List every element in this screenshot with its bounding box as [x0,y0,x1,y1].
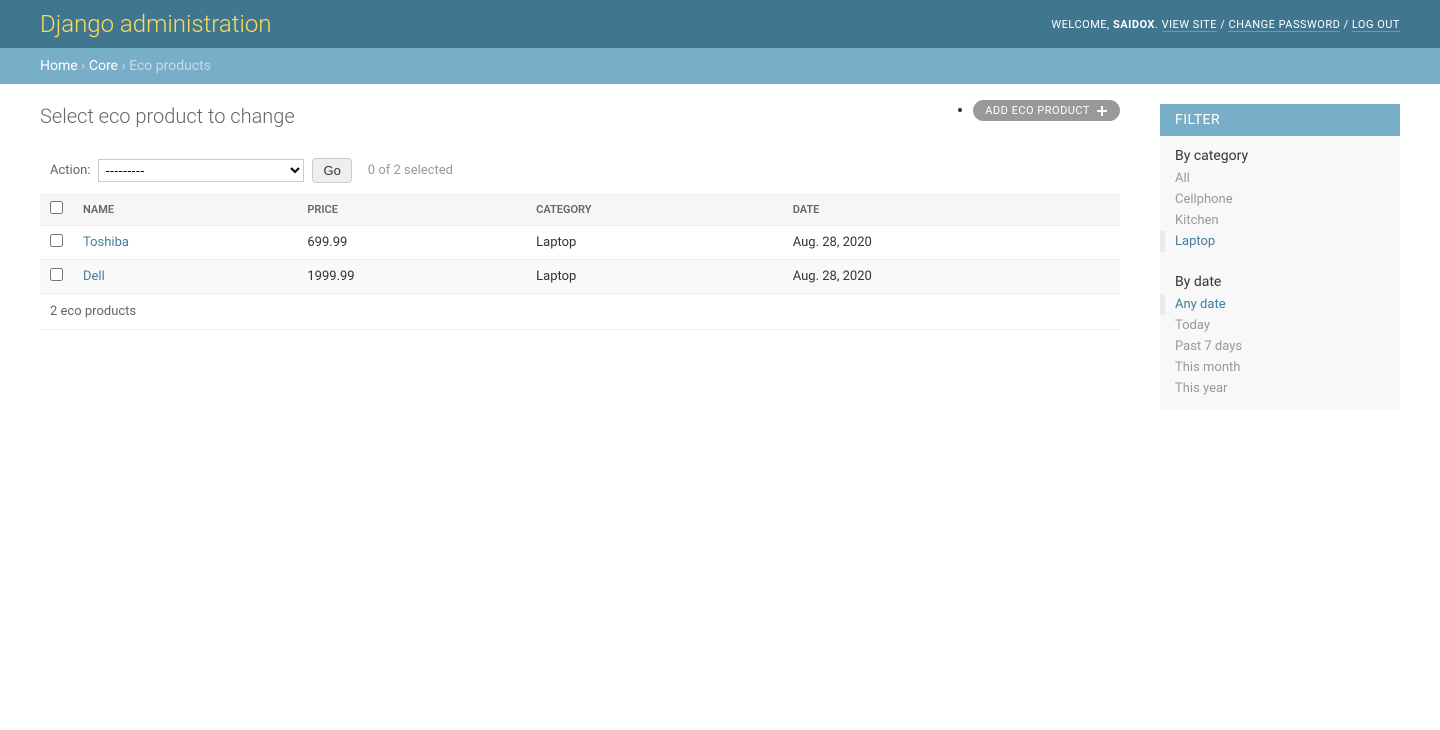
action-label: Action: [50,163,90,178]
filter-link[interactable]: Today [1175,318,1210,333]
row-price: 699.99 [297,226,526,260]
filter-link[interactable]: This year [1175,381,1227,396]
row-checkbox[interactable] [50,234,63,247]
filter-title: FILTER [1160,104,1400,136]
filter-link[interactable]: Past 7 days [1175,339,1242,354]
filter-link[interactable]: Kitchen [1175,213,1219,228]
filter-item-selected: Laptop [1160,231,1385,252]
filter-link[interactable]: Laptop [1175,234,1215,249]
row-name-link[interactable]: Toshiba [83,235,129,250]
result-table: NAME PRICE CATEGORY DATE Toshiba 699.99 … [40,193,1120,294]
row-price: 1999.99 [297,260,526,294]
table-row: Toshiba 699.99 Laptop Aug. 28, 2020 [40,226,1120,260]
filter-item: This month [1175,357,1385,378]
filter-link[interactable]: This month [1175,360,1240,375]
sep: . [1155,18,1162,31]
filter-item-selected: Any date [1160,294,1385,315]
filter-item: Cellphone [1175,189,1385,210]
plus-icon [1096,105,1108,117]
filter-item: Today [1175,315,1385,336]
branding: Django administration [40,10,272,38]
username: SAIDOX [1113,18,1155,31]
row-name-link[interactable]: Dell [83,269,105,284]
col-category[interactable]: CATEGORY [526,193,783,226]
filter-section-title: By category [1160,136,1400,168]
welcome-text: WELCOME, [1051,18,1113,31]
row-checkbox[interactable] [50,268,63,281]
actions-bar: Action: --------- Go 0 of 2 selected [40,148,1120,193]
filter-link[interactable]: Any date [1175,297,1226,312]
row-date: Aug. 28, 2020 [783,260,1120,294]
paginator: 2 eco products [40,294,1120,330]
filter-item: Past 7 days [1175,336,1385,357]
filter-link[interactable]: Cellphone [1175,192,1233,207]
row-category: Laptop [526,260,783,294]
breadcrumb-sep: › [118,58,129,74]
sep: / [1340,18,1352,31]
sep: / [1217,18,1229,31]
user-tools: WELCOME, SAIDOX. VIEW SITE / CHANGE PASS… [1051,18,1400,31]
select-all-checkbox[interactable] [50,201,63,214]
filter-category-list: All Cellphone Kitchen Laptop [1160,168,1400,262]
filter-item: This year [1175,378,1385,399]
row-date: Aug. 28, 2020 [783,226,1120,260]
table-row: Dell 1999.99 Laptop Aug. 28, 2020 [40,260,1120,294]
filter-item: Kitchen [1175,210,1385,231]
add-button-label: ADD ECO PRODUCT [985,104,1090,117]
col-name[interactable]: NAME [73,193,297,226]
filter-section-title: By date [1160,262,1400,294]
site-title[interactable]: Django administration [40,10,272,38]
filter-item: All [1175,168,1385,189]
header: Django administration WELCOME, SAIDOX. V… [0,0,1440,48]
col-checkbox [40,193,73,226]
object-tools: ADD ECO PRODUCT [973,100,1120,121]
go-button[interactable]: Go [312,158,351,183]
filter-date-list: Any date Today Past 7 days This month Th… [1160,294,1400,409]
add-eco-product-button[interactable]: ADD ECO PRODUCT [973,100,1120,121]
breadcrumbs: Home › Core › Eco products [0,48,1440,84]
logout-link[interactable]: LOG OUT [1352,18,1400,32]
content: Select eco product to change ADD ECO PRO… [0,84,1440,429]
content-main: Select eco product to change ADD ECO PRO… [40,104,1120,409]
view-site-link[interactable]: VIEW SITE [1162,18,1217,32]
filter-link[interactable]: All [1175,171,1190,186]
col-price[interactable]: PRICE [297,193,526,226]
change-password-link[interactable]: CHANGE PASSWORD [1228,18,1340,32]
filter-sidebar: FILTER By category All Cellphone Kitchen… [1160,104,1400,409]
breadcrumb-sep: › [78,58,89,74]
breadcrumb-home[interactable]: Home [40,58,78,74]
breadcrumb-current: Eco products [129,58,211,74]
col-date[interactable]: DATE [783,193,1120,226]
action-counter: 0 of 2 selected [368,163,453,178]
row-category: Laptop [526,226,783,260]
breadcrumb-app[interactable]: Core [89,58,118,74]
action-select[interactable]: --------- [98,159,304,182]
